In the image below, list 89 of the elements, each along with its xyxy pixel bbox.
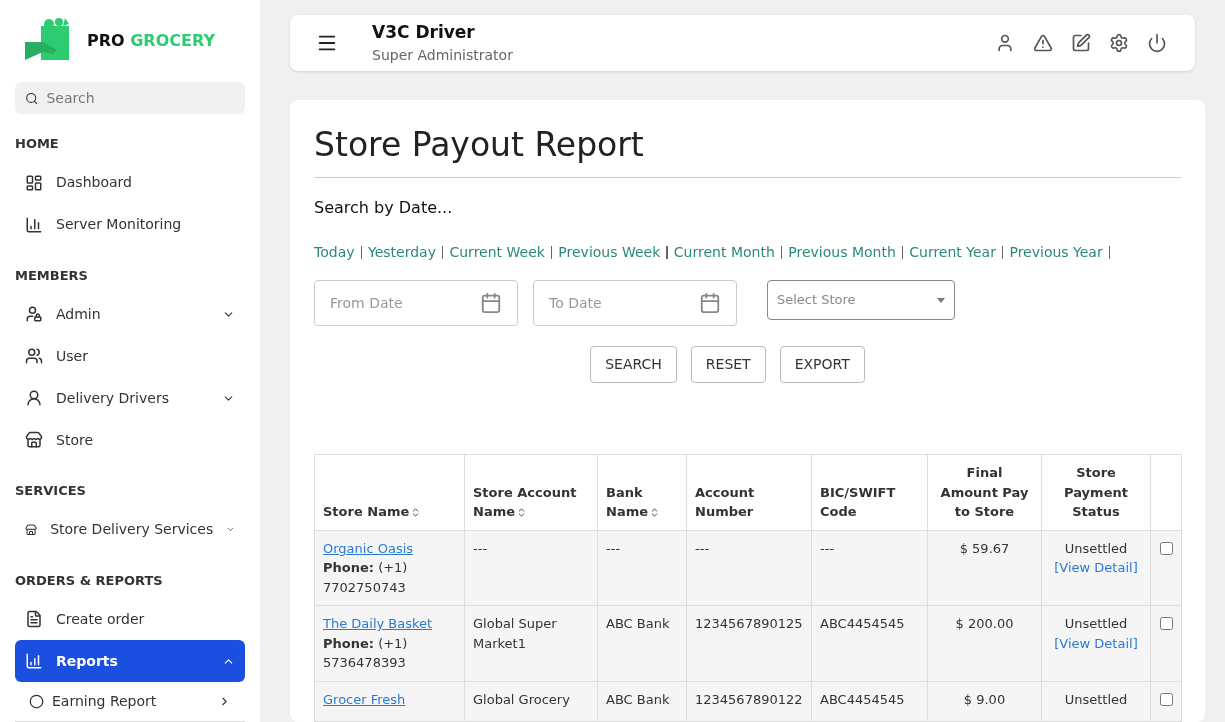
column-header: Store Payment Status — [1041, 454, 1151, 530]
table-cell: --- — [695, 540, 710, 556]
status-text: Unsettled — [1063, 690, 1129, 709]
phone-text: Phone: (+1) 5736478393 — [323, 634, 409, 672]
table-cell: --- — [473, 540, 488, 556]
table-cell: Global Super Market1 — [473, 616, 557, 651]
column-header[interactable]: Store Name — [314, 454, 465, 530]
row-checkbox[interactable] — [1159, 541, 1173, 555]
bar-chart-icon — [25, 652, 43, 670]
action-button[interactable]: SEARCH — [590, 346, 677, 383]
section-heading: MEMBERS — [15, 266, 89, 285]
user-role: Super Administrator — [372, 46, 513, 65]
users-icon — [25, 347, 43, 365]
nav-item[interactable]: Delivery Drivers — [15, 377, 245, 419]
status-text: Unsettled — [1063, 539, 1129, 558]
settings-icon[interactable] — [1109, 32, 1129, 53]
edit-icon[interactable] — [1071, 32, 1091, 53]
date-input[interactable]: To Date — [549, 292, 699, 314]
store-link[interactable]: Organic Oasis — [323, 538, 456, 558]
phone-text: Phone: (+1) 7702750743 — [323, 559, 409, 597]
action-button[interactable]: RESET — [690, 346, 766, 383]
date-range-link[interactable]: Current Week — [449, 242, 545, 263]
table-cell: --- — [820, 540, 835, 556]
document-icon — [25, 610, 43, 628]
column-header[interactable]: Store Account Name — [464, 454, 598, 530]
row-checkbox[interactable] — [1159, 617, 1173, 630]
section-heading: SERVICES — [15, 482, 87, 500]
page-title: Store Payout Report — [314, 119, 1181, 178]
nav-item[interactable]: Dashboard — [15, 161, 245, 204]
section-heading: HOME — [15, 135, 60, 153]
column-header: Final Amount Pay to Store — [927, 454, 1042, 530]
date-field[interactable]: To Date — [533, 280, 737, 326]
table-cell: --- — [606, 540, 621, 556]
action-button[interactable]: EXPORT — [779, 346, 865, 383]
date-range-link[interactable]: Previous Year — [1009, 242, 1103, 263]
date-range-link[interactable]: Today — [314, 242, 355, 263]
status-text: Unsettled — [1063, 615, 1129, 633]
section-heading: ORDERS & REPORTS — [15, 571, 164, 590]
date-range-link[interactable]: Previous Week — [558, 242, 661, 263]
user-name: V3C Driver — [372, 20, 476, 44]
table-cell: 1234567890122 — [695, 691, 803, 707]
store-select[interactable]: Select Store — [767, 280, 955, 320]
brand-name: PRO GROCERY — [87, 30, 215, 53]
nav-item[interactable]: User — [15, 335, 245, 377]
nav-item[interactable]: Server Monitoring — [15, 203, 245, 246]
chart-icon — [25, 215, 43, 234]
search-label: Search by Date... — [314, 197, 454, 219]
column-header: BIC/SWIFT Code — [811, 454, 928, 530]
power-icon[interactable] — [1147, 32, 1167, 53]
column-header[interactable]: Bank Name — [597, 454, 687, 530]
circle-icon — [29, 694, 44, 709]
store-link[interactable]: The Daily Basket — [323, 614, 456, 634]
search-input[interactable]: Search — [46, 87, 235, 109]
view-detail-link[interactable]: [View Detail] — [1054, 560, 1138, 575]
amount-cell: $ 9.00 — [963, 691, 1006, 707]
search-icon — [25, 90, 39, 106]
user-lock-icon — [25, 305, 43, 323]
profile-icon[interactable] — [995, 32, 1015, 53]
amount-cell: $ 59.67 — [959, 540, 1010, 556]
row-checkbox[interactable] — [1159, 692, 1173, 706]
warning-icon[interactable] — [1033, 32, 1053, 53]
column-header: Account Number — [686, 454, 812, 530]
date-range-link[interactable]: Current Year — [909, 242, 996, 263]
user-icon — [25, 389, 43, 407]
dropdown-arrow-icon — [937, 297, 945, 303]
date-field[interactable]: From Date — [314, 280, 518, 326]
table-cell: ABC4454545 — [820, 691, 905, 707]
amount-cell: $ 200.00 — [955, 616, 1014, 631]
date-range-link[interactable]: Current Month — [673, 242, 775, 263]
table-cell: ABC4454545 — [820, 616, 905, 631]
calendar-icon — [480, 292, 502, 314]
nav-item[interactable]: Reports — [15, 640, 245, 682]
nav-item[interactable]: Admin — [15, 293, 245, 335]
calendar-icon — [699, 292, 721, 314]
search-field[interactable]: Search — [15, 82, 245, 114]
nav-item[interactable]: Store Delivery Services — [15, 508, 245, 551]
nav-item[interactable]: Create order — [15, 598, 245, 640]
date-range-link[interactable]: Yesterday — [368, 242, 436, 263]
dashboard-icon — [25, 173, 43, 192]
table-cell: 1234567890125 — [695, 616, 803, 631]
nav-item[interactable]: Store — [15, 419, 245, 461]
store-icon — [25, 431, 43, 449]
table-cell: ABC Bank — [606, 691, 670, 707]
date-range-link[interactable]: Previous Month — [788, 242, 896, 263]
sub-nav-item[interactable]: Earning Report — [15, 682, 245, 722]
date-input[interactable]: From Date — [330, 292, 480, 314]
table-cell: Global Grocery — [473, 691, 570, 707]
table-cell: ABC Bank — [606, 616, 670, 631]
view-detail-link[interactable]: [View Detail] — [1054, 635, 1138, 651]
